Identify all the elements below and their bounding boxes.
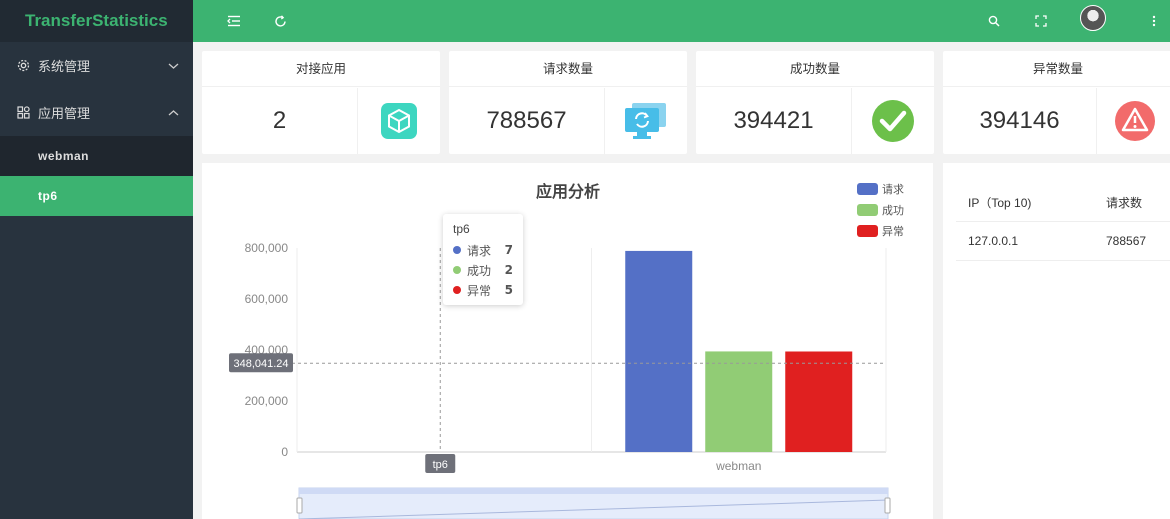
stat-value: 394146 — [979, 107, 1060, 134]
monitor-sync-icon — [604, 88, 687, 154]
gear-icon — [17, 59, 30, 72]
series-dot — [453, 286, 461, 294]
warning-circle-icon — [1096, 88, 1170, 154]
table-row[interactable]: 127.0.0.1 788567 — [956, 222, 1170, 261]
y-tick-label: 200,000 — [245, 394, 289, 408]
sidebar-item-webman[interactable]: webman — [0, 136, 193, 176]
tooltip-series-name: 成功 — [467, 263, 492, 278]
tooltip-series-value: 7 — [504, 243, 513, 257]
tooltip-series-name: 请求 — [467, 243, 492, 258]
menu-label: 应用管理 — [38, 107, 91, 122]
sidebar-item-tp6[interactable]: tp6 — [0, 176, 193, 216]
crosshair-y-label: 348,041.24 — [233, 358, 288, 370]
stat-card-apps: 对接应用 2 — [202, 51, 440, 154]
stat-title: 对接应用 — [202, 51, 440, 87]
sidebar: TransferStatistics 系统管理 应用管理 webman tp6 — [0, 0, 193, 519]
menu-label: 系统管理 — [38, 60, 91, 75]
tooltip-title: tp6 — [453, 222, 470, 236]
stat-title: 异常数量 — [943, 51, 1170, 87]
y-tick-label: 600,000 — [245, 292, 289, 306]
refresh-icon[interactable] — [269, 10, 291, 32]
stat-title: 请求数量 — [449, 51, 687, 87]
tooltip-series-value: 5 — [504, 283, 513, 297]
bar-webman-异常 — [785, 351, 853, 452]
stat-card-errors: 异常数量 394146 — [943, 51, 1170, 154]
column-header-ip: IP（Top 10) — [968, 195, 1032, 210]
stat-card-success: 成功数量 394421 — [696, 51, 934, 154]
check-circle-icon — [851, 88, 934, 154]
table-header: IP（Top 10) 请求数 — [956, 183, 1170, 222]
series-dot — [453, 246, 461, 254]
bar-webman-请求 — [625, 250, 693, 452]
user-avatar[interactable] — [1080, 5, 1106, 31]
tooltip-row: 异常 5 — [453, 280, 513, 300]
tooltip-row: 请求 7 — [453, 240, 513, 260]
submenu: webman tp6 — [0, 136, 193, 216]
stat-value: 394421 — [733, 107, 814, 134]
data-zoom-slider[interactable] — [296, 487, 891, 519]
legend-label: 请求 — [882, 183, 904, 196]
series-dot — [453, 266, 461, 274]
chevron-down-icon — [168, 59, 179, 74]
crosshair-x-label: tp6 — [433, 459, 448, 471]
y-tick-label: 0 — [281, 445, 288, 459]
top-header — [193, 0, 1170, 42]
stat-card-requests: 请求数量 788567 — [449, 51, 687, 154]
legend-swatch — [857, 225, 878, 237]
menu-fold-icon[interactable] — [223, 10, 245, 32]
chart-panel: 应用分析 800,000 600,000 400,000 200,000 0 webma… — [202, 163, 933, 519]
search-icon[interactable] — [983, 10, 1005, 32]
bar-webman-成功 — [705, 351, 773, 452]
tooltip-series-name: 异常 — [467, 283, 492, 298]
chart-tooltip: tp6 请求 7 成功 2 异常 5 — [443, 214, 523, 305]
legend-label: 成功 — [882, 204, 904, 217]
cell-ip: 127.0.0.1 — [968, 234, 1019, 248]
app-grid-icon — [17, 106, 30, 119]
chart-title: 应用分析 — [536, 182, 600, 201]
app-title[interactable]: TransferStatistics — [0, 0, 193, 42]
stat-value: 788567 — [486, 107, 567, 134]
ip-top10-panel: IP（Top 10) 请求数 127.0.0.1 788567 — [943, 163, 1170, 519]
bar-chart[interactable]: 应用分析 800,000600,000400,000200,0000 webma… — [202, 163, 933, 519]
tooltip-series-value: 2 — [504, 263, 513, 277]
stat-value: 2 — [272, 107, 287, 134]
more-vertical-icon[interactable] — [1143, 10, 1165, 32]
column-header-requests: 请求数 — [1106, 195, 1143, 210]
zoom-handle-left[interactable] — [296, 497, 303, 514]
cube-icon — [357, 88, 440, 154]
fullscreen-icon[interactable] — [1030, 10, 1052, 32]
legend-swatch — [857, 183, 878, 195]
zoom-handle-right[interactable] — [884, 497, 891, 514]
menu-system-management[interactable]: 系统管理 — [0, 42, 193, 89]
cell-requests: 788567 — [1106, 234, 1147, 248]
menu-app-management[interactable]: 应用管理 — [0, 89, 193, 136]
legend-swatch — [857, 204, 878, 216]
chevron-up-icon — [168, 106, 179, 121]
stat-title: 成功数量 — [696, 51, 934, 87]
x-tick-label: webman — [715, 459, 761, 473]
y-tick-label: 800,000 — [245, 241, 289, 255]
tooltip-row: 成功 2 — [453, 260, 513, 280]
legend-label: 异常 — [882, 225, 904, 238]
